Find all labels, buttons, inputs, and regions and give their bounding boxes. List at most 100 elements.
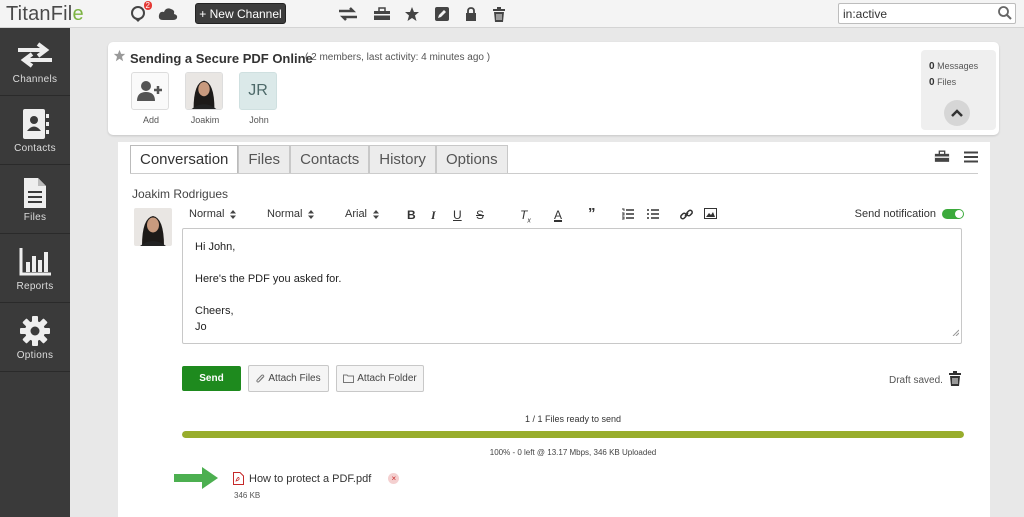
new-channel-button[interactable]: + New Channel xyxy=(195,3,286,24)
sidebar-item-label: Reports xyxy=(16,281,54,292)
font-size-select[interactable]: Normal xyxy=(267,208,315,220)
transfer-icon[interactable] xyxy=(338,4,358,24)
remove-file-icon[interactable]: × xyxy=(388,473,400,484)
sidebar: Channels Contacts Files Reports Options xyxy=(0,28,70,517)
files-stat: 0 Files xyxy=(929,77,957,88)
tab-files[interactable]: Files xyxy=(238,145,291,173)
trash-icon[interactable] xyxy=(489,4,509,24)
toolbox-icon[interactable] xyxy=(372,4,392,24)
channel-stats: 0 Messages 0 Files xyxy=(921,50,996,130)
button-label: Attach Files xyxy=(268,373,321,384)
discard-draft-icon[interactable] xyxy=(949,371,961,389)
ordered-list-icon[interactable] xyxy=(622,208,634,223)
channel-meta: ( 2 members, last activity: 4 minutes ag… xyxy=(305,52,491,63)
link-icon[interactable] xyxy=(680,208,693,224)
paragraph-style-select[interactable]: Normal xyxy=(189,208,237,220)
search-input[interactable] xyxy=(843,7,993,21)
titanfile-logo[interactable]: TitanFile xyxy=(6,3,84,26)
lock-icon[interactable] xyxy=(461,4,481,24)
notifications-icon[interactable]: 2 xyxy=(128,1,152,24)
gear-icon xyxy=(20,316,50,346)
attached-file: How to protect a PDF.pdf × xyxy=(233,472,400,485)
toggle-switch[interactable] xyxy=(942,209,964,219)
address-book-icon xyxy=(21,109,49,139)
send-button[interactable]: Send xyxy=(182,366,241,391)
button-label: Attach Folder xyxy=(357,373,417,384)
clear-format-icon[interactable]: Tx xyxy=(520,208,531,224)
edit-icon[interactable] xyxy=(432,4,452,24)
folder-icon xyxy=(343,374,355,383)
sidebar-item-reports[interactable]: Reports xyxy=(0,235,70,303)
tab-contacts[interactable]: Contacts xyxy=(290,145,370,173)
updown-caret-icon xyxy=(230,209,237,219)
file-size: 346 KB xyxy=(234,491,261,500)
toolbox-icon[interactable] xyxy=(934,150,950,166)
strikethrough-icon[interactable]: S xyxy=(476,208,484,222)
messages-stat: 0 Messages xyxy=(929,61,979,72)
image-icon[interactable] xyxy=(704,208,717,222)
right-arrow-icon xyxy=(174,467,218,492)
select-value: Arial xyxy=(345,208,368,220)
send-notification-toggle[interactable]: Send notification xyxy=(855,208,964,220)
member-joakim[interactable]: Joakim xyxy=(185,72,225,125)
sidebar-item-label: Channels xyxy=(12,74,58,85)
sidebar-item-contacts[interactable]: Contacts xyxy=(0,97,70,165)
member-john[interactable]: JR John xyxy=(239,72,279,125)
add-member-button[interactable]: Add xyxy=(131,72,171,125)
menu-icon[interactable] xyxy=(964,151,978,166)
underline-icon[interactable]: U xyxy=(453,208,462,222)
draft-status: Draft saved. xyxy=(889,375,943,386)
blockquote-icon[interactable]: ” xyxy=(588,206,596,221)
search-box[interactable] xyxy=(838,3,1016,24)
attach-folder-button[interactable]: Attach Folder xyxy=(336,365,424,392)
logo-accent: e xyxy=(72,3,84,25)
message-line xyxy=(195,255,949,271)
font-family-select[interactable]: Arial xyxy=(345,208,380,220)
star-icon[interactable] xyxy=(402,4,422,24)
logo-text: TitanFil xyxy=(6,3,73,25)
avatar xyxy=(185,72,223,110)
message-line: Here's the PDF you asked for. xyxy=(195,273,342,285)
sidebar-item-options[interactable]: Options xyxy=(0,304,70,372)
add-user-icon xyxy=(131,72,169,110)
favorite-star-icon[interactable] xyxy=(113,49,126,65)
sidebar-item-label: Options xyxy=(16,350,54,361)
tab-history[interactable]: History xyxy=(369,145,436,173)
chevron-up-icon xyxy=(951,109,963,117)
attach-files-button[interactable]: Attach Files xyxy=(248,365,329,392)
avatar-initials: JR xyxy=(239,72,277,110)
search-icon[interactable] xyxy=(998,6,1012,23)
message-line: Cheers, xyxy=(195,305,234,317)
italic-icon[interactable]: I xyxy=(431,208,436,223)
resize-handle-icon[interactable] xyxy=(952,325,960,341)
composer-author: Joakim Rodrigues xyxy=(132,187,229,201)
member-label: Add xyxy=(142,115,159,125)
exchange-arrows-icon xyxy=(16,40,54,70)
tab-tools xyxy=(934,150,978,166)
paperclip-icon xyxy=(256,374,265,383)
bullet-list-icon[interactable] xyxy=(647,208,659,223)
sidebar-item-label: Files xyxy=(23,212,47,223)
conversation-panel: Conversation Files Contacts History Opti… xyxy=(118,142,990,517)
pdf-file-icon xyxy=(233,472,244,485)
bold-icon[interactable]: B xyxy=(407,208,416,222)
files-ready-text: 1 / 1 Files ready to send xyxy=(524,414,622,424)
sidebar-item-channels[interactable]: Channels xyxy=(0,28,70,96)
member-label: Joakim xyxy=(190,115,220,125)
member-label: John xyxy=(249,115,269,125)
cloud-icon[interactable] xyxy=(158,4,178,24)
collapse-button[interactable] xyxy=(944,100,970,126)
message-line: Hi John, xyxy=(195,241,236,253)
text-color-icon[interactable]: A xyxy=(554,208,562,222)
sidebar-item-files[interactable]: Files xyxy=(0,166,70,234)
notification-badge: 2 xyxy=(143,1,152,10)
upload-progress-fill xyxy=(182,431,964,438)
file-icon xyxy=(24,178,46,208)
message-editor[interactable]: Hi John, Here's the PDF you asked for. C… xyxy=(182,228,962,344)
tab-conversation[interactable]: Conversation xyxy=(130,145,239,173)
file-name[interactable]: How to protect a PDF.pdf xyxy=(249,473,371,485)
tab-options[interactable]: Options xyxy=(435,145,508,173)
upload-status-text: 100% - 0 left @ 13.17 Mbps, 346 KB Uploa… xyxy=(489,448,657,457)
bar-chart-icon xyxy=(19,247,51,277)
message-line xyxy=(195,287,949,303)
